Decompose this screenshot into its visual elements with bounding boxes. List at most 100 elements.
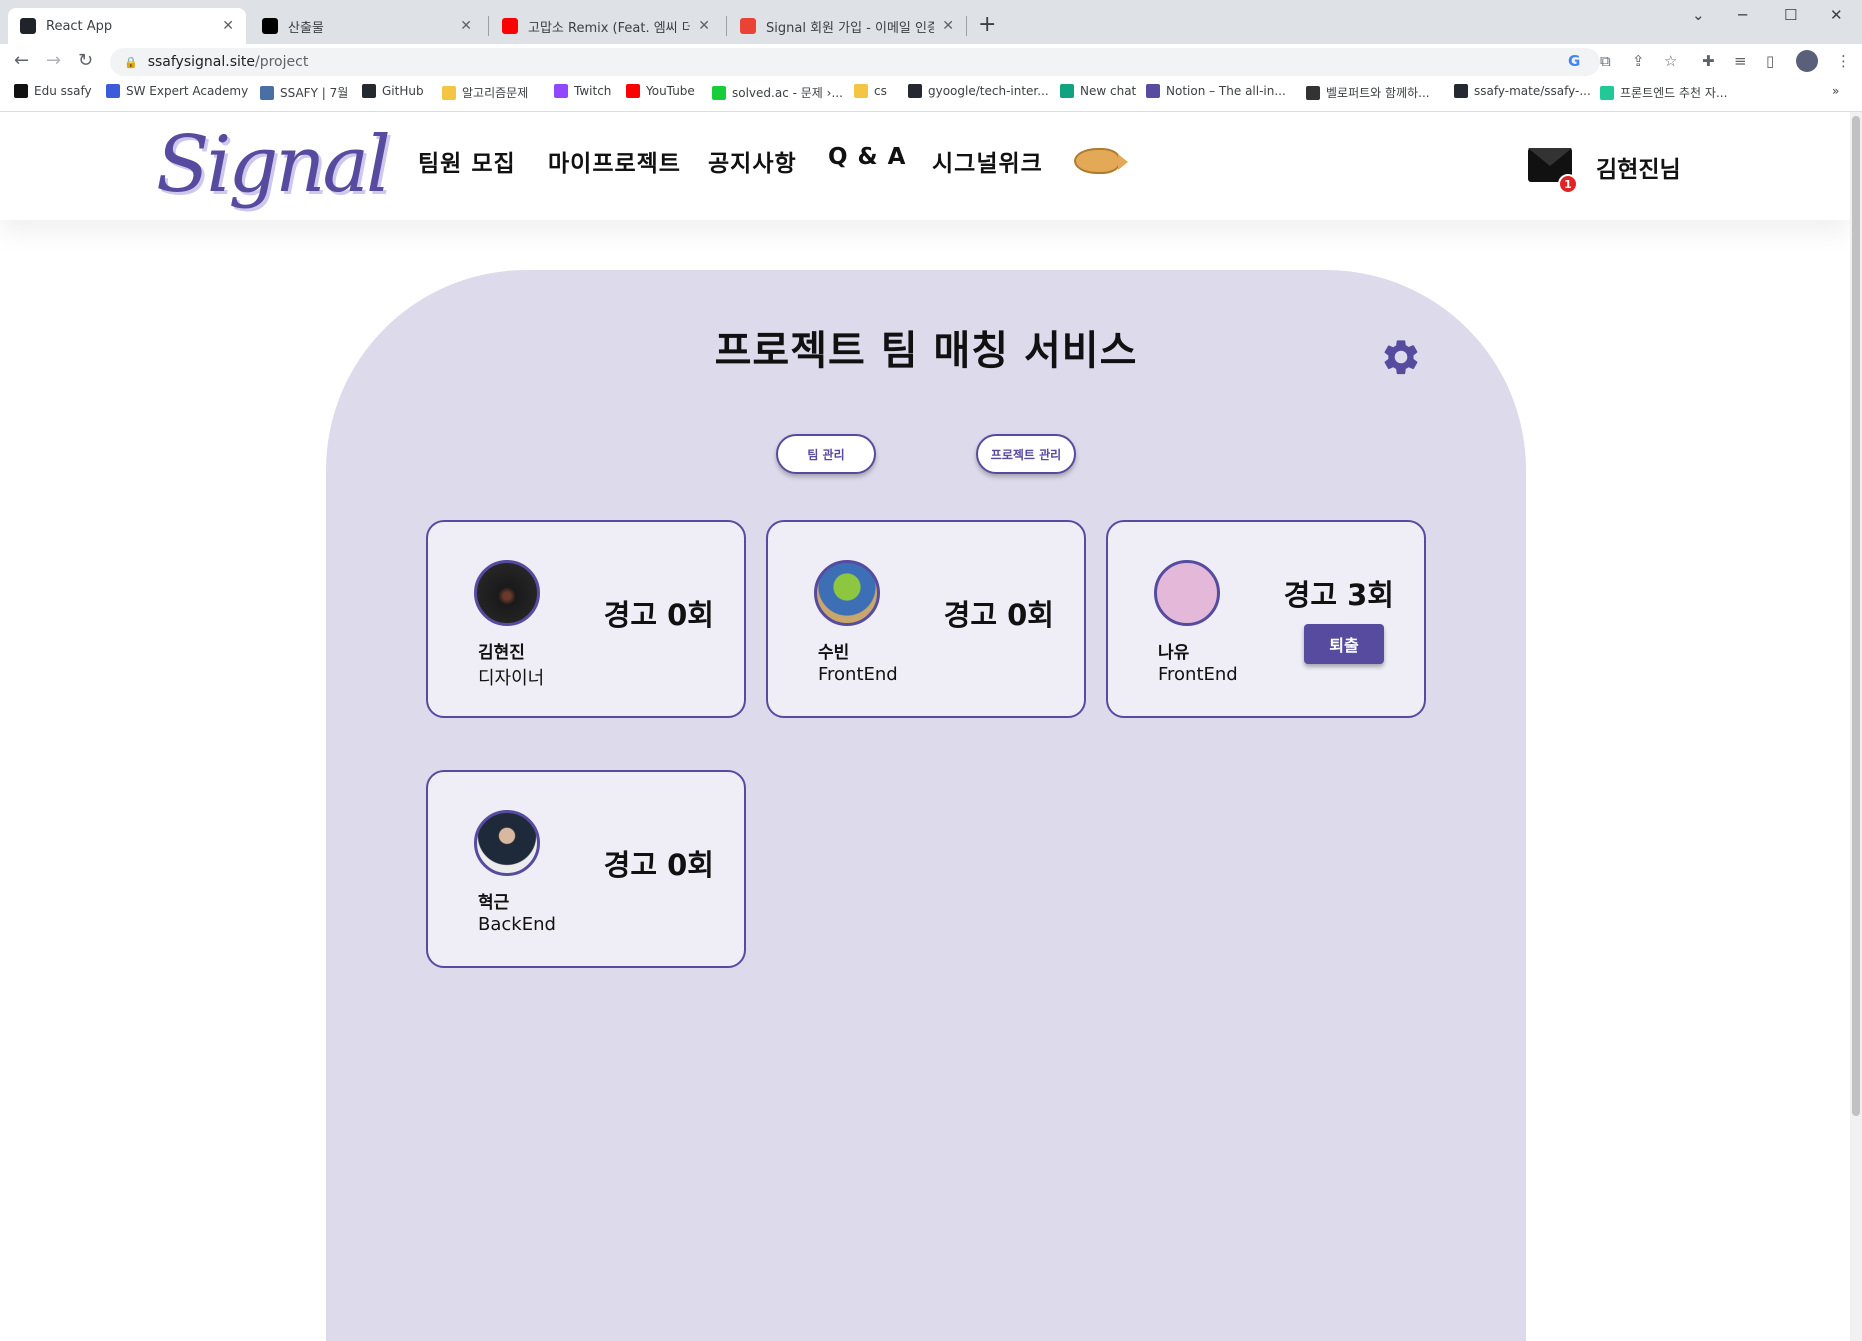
fish-bread-icon[interactable] [1074, 148, 1128, 174]
tab-search-icon[interactable]: ⌄ [1692, 6, 1705, 24]
url-path: /project [255, 54, 309, 70]
bookmark-icon [106, 84, 120, 98]
bookmark-item[interactable]: SSAFY | 7월 [260, 84, 348, 101]
bookmark-icon [1454, 84, 1468, 98]
user-name[interactable]: 김현진님 [1596, 150, 1681, 184]
google-icon[interactable]: G [1568, 52, 1580, 70]
tab-title: Signal 회원 가입 - 이메일 인증 [766, 20, 935, 36]
lock-icon: 🔒 [124, 55, 138, 69]
bookmark-item[interactable]: Edu ssafy [14, 84, 92, 98]
scrollbar[interactable] [1850, 112, 1862, 1341]
page: Signal 팀원 모집 마이프로젝트 공지사항 Q & A 시그널위크 1 김… [0, 112, 1850, 1341]
nav-signal-week[interactable]: 시그널위크 [932, 144, 1043, 178]
project-manage-button[interactable]: 프로젝트 관리 [976, 434, 1076, 474]
nav-notice[interactable]: 공지사항 [708, 144, 797, 178]
bookmark-label: ssafy-mate/ssafy-... [1474, 84, 1591, 98]
browser-chrome: React App ✕ 산출물 ✕ 고맙소 Remix (Feat. 엠씨 더 … [0, 0, 1862, 112]
member-name: 김현진 [478, 643, 525, 663]
bookmark-item[interactable]: cs [854, 84, 887, 98]
bookmark-icon [260, 85, 274, 100]
bookmark-item[interactable]: solved.ac - 문제 ›... [712, 84, 843, 101]
kick-button[interactable]: 퇴출 [1304, 624, 1384, 664]
bookmark-icon [712, 85, 726, 100]
member-role: FrontEnd [818, 664, 898, 685]
browser-tab-react-app[interactable]: React App ✕ [8, 8, 246, 44]
forward-icon[interactable]: → [46, 50, 61, 71]
team-matching-panel: 프로젝트 팀 매칭 서비스 팀 관리 프로젝트 관리 김현진 디자이너 경고 0… [326, 270, 1526, 1341]
bookmarks-overflow-icon[interactable]: » [1832, 84, 1839, 98]
new-tab-icon[interactable]: + [978, 12, 996, 37]
team-manage-button[interactable]: 팀 관리 [776, 434, 876, 474]
bookmark-item[interactable]: Notion – The all-in... [1146, 84, 1286, 98]
close-icon[interactable]: ✕ [698, 18, 710, 34]
bookmark-label: Edu ssafy [34, 84, 92, 98]
extensions-icon[interactable]: ✚ [1702, 52, 1715, 70]
member-card: 나유 FrontEnd 경고 3회 퇴출 [1106, 520, 1426, 718]
bookmark-item[interactable]: GitHub [362, 84, 424, 98]
bookmark-label: 프론트엔드 추천 자... [1620, 86, 1728, 100]
warning-count: 경고 0회 [943, 598, 1054, 632]
tab-separator [726, 16, 727, 36]
menu-icon[interactable]: ⋮ [1836, 52, 1851, 70]
youtube-favicon-icon [502, 18, 518, 34]
avatar [474, 560, 540, 626]
minimize-icon[interactable]: ─ [1738, 6, 1747, 24]
bookmark-label: YouTube [646, 84, 695, 98]
bookmark-item[interactable]: Twitch [554, 84, 611, 98]
share-icon[interactable]: ⇪ [1632, 52, 1645, 70]
bookmark-label: 알고리즘문제 [462, 86, 529, 100]
address-bar[interactable]: 🔒 ssafysignal.site/project [110, 48, 1600, 76]
side-panel-icon[interactable]: ▯ [1766, 52, 1774, 70]
browser-tab-youtube[interactable]: 고맙소 Remix (Feat. 엠씨 더 항코 ✕ [490, 8, 722, 44]
bookmark-label: SSAFY | 7월 [280, 86, 349, 100]
nav-qna[interactable]: Q & A [828, 144, 906, 170]
bookmark-label: New chat [1080, 84, 1137, 98]
bookmark-icon [554, 84, 568, 98]
gear-icon[interactable] [1380, 336, 1422, 378]
bookmark-label: gyoogle/tech-inter... [928, 84, 1049, 98]
bookmark-item[interactable]: SW Expert Academy [106, 84, 248, 98]
signal-logo[interactable]: Signal [156, 120, 391, 210]
member-name: 혁근 [478, 893, 510, 913]
url-domain: ssafysignal.site [147, 54, 255, 70]
bookmark-item[interactable]: 벨로퍼트와 함께하... [1306, 84, 1430, 101]
browser-tab-output[interactable]: 산출물 ✕ [250, 8, 484, 44]
bookmark-label: Twitch [574, 84, 612, 98]
warning-count: 경고 3회 [1283, 578, 1394, 612]
member-role: 디자이너 [478, 668, 545, 689]
close-icon[interactable]: ✕ [460, 18, 472, 34]
react-favicon-icon [20, 18, 36, 34]
bookmark-item[interactable]: gyoogle/tech-inter... [908, 84, 1049, 98]
browser-tab-gmail[interactable]: Signal 회원 가입 - 이메일 인증 ✕ [728, 8, 966, 44]
nav-my-project[interactable]: 마이프로젝트 [548, 144, 681, 178]
avatar [474, 810, 540, 876]
scroll-thumb[interactable] [1852, 116, 1860, 1116]
warning-count: 경고 0회 [603, 598, 714, 632]
profile-avatar[interactable] [1796, 50, 1818, 72]
bookmark-label: 벨로퍼트와 함께하... [1326, 86, 1430, 100]
bookmark-item[interactable]: ssafy-mate/ssafy-... [1454, 84, 1591, 98]
warning-count: 경고 0회 [603, 848, 714, 882]
bookmark-icon [626, 84, 640, 98]
window-close-icon[interactable]: ✕ [1830, 6, 1843, 24]
bookmark-item[interactable]: 프론트엔드 추천 자... [1600, 84, 1727, 101]
bookmark-icon [1600, 85, 1614, 100]
bookmark-item[interactable]: New chat [1060, 84, 1136, 98]
back-icon[interactable]: ← [14, 50, 29, 71]
bookmark-icon [362, 84, 376, 98]
bookmark-item[interactable]: YouTube [626, 84, 695, 98]
translate-icon[interactable]: ⧉ [1600, 52, 1611, 70]
reload-icon[interactable]: ↻ [78, 50, 93, 71]
bookmark-icon [14, 84, 28, 98]
bookmark-item[interactable]: 알고리즘문제 [442, 84, 528, 101]
tab-title: 고맙소 Remix (Feat. 엠씨 더 항코 [528, 20, 691, 36]
nav-recruit[interactable]: 팀원 모집 [418, 144, 516, 178]
close-icon[interactable]: ✕ [942, 18, 954, 34]
tab-separator [488, 16, 489, 36]
media-icon[interactable]: ≡ [1734, 52, 1747, 70]
gmail-favicon-icon [740, 18, 756, 34]
member-name: 나유 [1158, 643, 1190, 663]
maximize-icon[interactable]: ☐ [1784, 6, 1797, 24]
close-icon[interactable]: ✕ [222, 18, 234, 34]
bookmark-star-icon[interactable]: ☆ [1664, 52, 1677, 70]
